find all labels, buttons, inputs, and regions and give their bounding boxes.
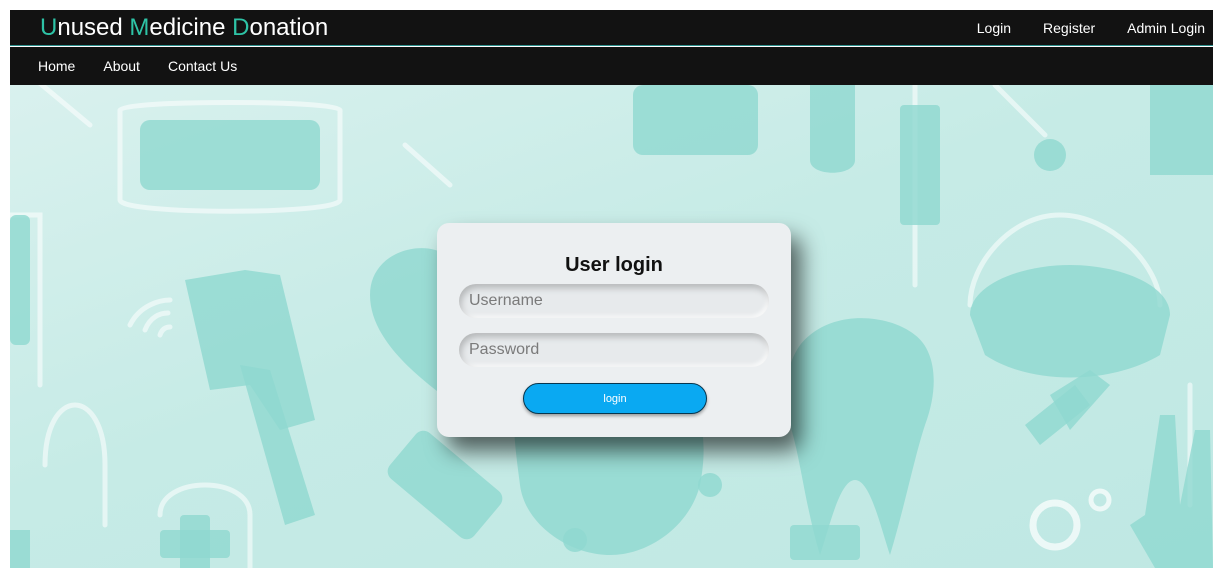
nav-home[interactable]: Home (38, 58, 75, 74)
brand-initial-u: U (40, 14, 58, 41)
page-frame: Unused Medicine Donation Login Register … (10, 10, 1213, 568)
login-link[interactable]: Login (977, 20, 1011, 36)
brand-word-medicine-rest: edicine (149, 14, 233, 41)
login-submit-button[interactable]: login (523, 383, 707, 414)
brand-initial-m: M (129, 14, 150, 41)
brand-word-donation-rest: onation (249, 14, 329, 41)
password-input[interactable] (459, 333, 769, 367)
nav-about[interactable]: About (103, 58, 140, 74)
login-card-title: User login (565, 254, 663, 276)
account-links: Login Register Admin Login (945, 10, 1213, 46)
nav-contact-us[interactable]: Contact Us (168, 58, 237, 74)
admin-login-link[interactable]: Admin Login (1127, 20, 1205, 36)
register-link[interactable]: Register (1043, 20, 1095, 36)
brand-word-unused-rest: nused (57, 14, 130, 41)
username-input[interactable] (459, 284, 769, 318)
top-header: Unused Medicine Donation Login Register … (10, 10, 1213, 46)
hero-background: User login login (10, 85, 1213, 568)
site-brand[interactable]: Unused Medicine Donation (40, 14, 328, 42)
main-navigation: Home About Contact Us (10, 47, 1213, 85)
user-login-card: User login login (437, 223, 791, 437)
brand-initial-d: D (232, 14, 250, 41)
